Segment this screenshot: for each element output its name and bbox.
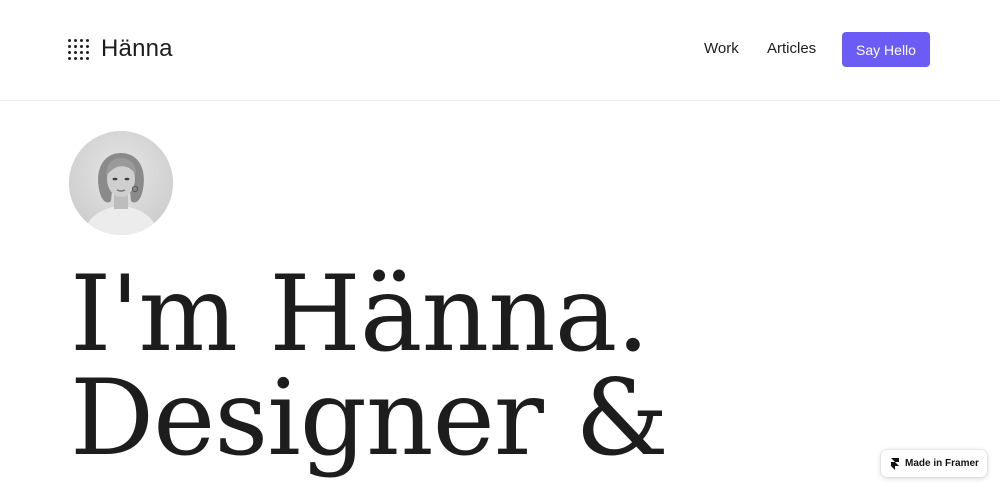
nav-link-articles[interactable]: Articles <box>767 40 816 57</box>
hero-line-1: I'm Hänna. <box>70 253 650 375</box>
nav-link-work[interactable]: Work <box>704 40 739 57</box>
portrait-photo-icon <box>69 131 173 235</box>
dot-grid-logo-icon <box>68 38 89 60</box>
logo-link[interactable]: Hänna <box>68 36 173 62</box>
made-in-framer-badge[interactable]: Made in Framer <box>881 450 987 477</box>
logo-text: Hänna <box>101 35 173 62</box>
hero-heading: I'm Hänna. Designer & <box>70 253 669 479</box>
site-header: Hänna Work Articles Say Hello <box>0 0 1000 101</box>
say-hello-button[interactable]: Say Hello <box>842 32 930 67</box>
framer-icon <box>891 457 899 470</box>
badge-label: Made in Framer <box>905 458 979 469</box>
avatar <box>69 131 173 235</box>
hero-line-2: Designer & <box>70 357 669 479</box>
